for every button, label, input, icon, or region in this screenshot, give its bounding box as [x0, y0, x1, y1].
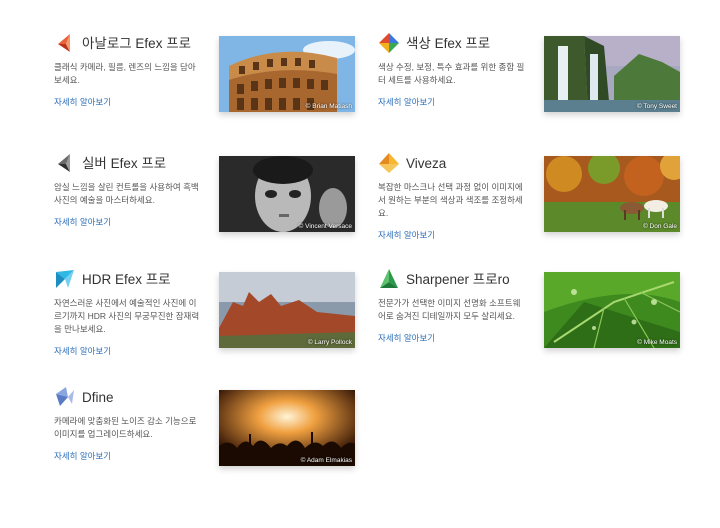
- analog-efex-logo-icon: [58, 34, 70, 52]
- product-silver-efex: 실버 Efex 프로 암실 느낌을 살린 컨트롤을 사용하여 흑백 사진의 예술…: [54, 152, 364, 242]
- learn-more-link[interactable]: 자세히 알아보기: [54, 450, 111, 462]
- portrait-photo: [219, 156, 355, 232]
- product-description: 클래식 카메라, 필름, 렌즈의 느낌을 담아보세요.: [54, 62, 196, 85]
- product-analog-efex: 아날로그 Efex 프로 클래식 카메라, 필름, 렌즈의 느낌을 담아보세요.…: [54, 32, 364, 122]
- silver-efex-logo-icon: [58, 154, 70, 172]
- product-photo[interactable]: © Tony Sweet: [544, 36, 680, 112]
- product-description: 암실 느낌을 살린 컨트롤을 사용하여 흑백 사진의 예술을 마스터하세요.: [54, 182, 199, 205]
- product-info: HDR Efex 프로 자연스러운 사진에서 예술적인 사진에 이르기까지 HD…: [54, 268, 202, 359]
- product-title: 색상 Efex 프로: [406, 36, 491, 51]
- product-title: Viveza: [406, 156, 447, 171]
- red-rocks-photo: [219, 272, 355, 348]
- learn-more-link[interactable]: 자세히 알아보기: [54, 96, 111, 108]
- learn-more-link[interactable]: 자세히 알아보기: [54, 345, 111, 357]
- horses-photo: [544, 156, 680, 232]
- product-viveza: Viveza 복잡한 마스크나 선택 과정 없이 이미지에서 원하는 부분의 색…: [378, 152, 688, 242]
- product-photo[interactable]: © Mike Moats: [544, 272, 680, 348]
- product-info: 실버 Efex 프로 암실 느낌을 살린 컨트롤을 사용하여 흑백 사진의 예술…: [54, 152, 202, 230]
- color-efex-logo-icon: [379, 33, 399, 53]
- product-info: 색상 Efex 프로 색상 수정, 보정, 특수 효과를 위한 종합 필터 세트…: [378, 32, 526, 110]
- sharpener-logo-icon: [380, 269, 398, 288]
- photo-credit: © Adam Elmakias: [300, 457, 352, 464]
- product-title: 실버 Efex 프로: [82, 156, 167, 171]
- product-color-efex: 색상 Efex 프로 색상 수정, 보정, 특수 효과를 위한 종합 필터 세트…: [378, 32, 688, 122]
- product-photo[interactable]: © Don Gale: [544, 156, 680, 232]
- learn-more-link[interactable]: 자세히 알아보기: [378, 96, 435, 108]
- learn-more-link[interactable]: 자세히 알아보기: [378, 332, 435, 344]
- product-hdr-efex: HDR Efex 프로 자연스러운 사진에서 예술적인 사진에 이르기까지 HD…: [54, 268, 364, 358]
- product-dfine: Dfine 카메라에 맞춤화된 노이즈 감소 기능으로 이미지를 업그레이드하세…: [54, 386, 364, 476]
- leaf-photo: [544, 272, 680, 348]
- product-description: 카메라에 맞춤화된 노이즈 감소 기능으로 이미지를 업그레이드하세요.: [54, 416, 197, 439]
- photo-credit: © Tony Sweet: [636, 103, 677, 110]
- product-title: Dfine: [82, 390, 114, 405]
- product-info: Sharpener 프로ro 전문가가 선택한 이미지 선명화 소프트웨어로 숨…: [378, 268, 526, 346]
- product-photo[interactable]: © Vincent Versace: [219, 156, 355, 232]
- learn-more-link[interactable]: 자세히 알아보기: [54, 216, 111, 228]
- waterfall-photo: [544, 36, 680, 112]
- product-photo[interactable]: © Larry Pollock: [219, 272, 355, 348]
- photo-credit: © Don Gale: [642, 223, 677, 230]
- concert-photo: [219, 390, 355, 466]
- product-description: 복잡한 마스크나 선택 과정 없이 이미지에서 원하는 부분의 색상과 색조를 …: [378, 182, 523, 218]
- product-info: 아날로그 Efex 프로 클래식 카메라, 필름, 렌즈의 느낌을 담아보세요.…: [54, 32, 202, 110]
- photo-credit: © Mike Moats: [637, 339, 677, 346]
- product-photo[interactable]: © Brian Matiash: [219, 36, 355, 112]
- product-title: 아날로그 Efex 프로: [82, 36, 192, 51]
- dfine-logo-icon: [56, 387, 74, 406]
- product-title: HDR Efex 프로: [82, 272, 171, 287]
- hdr-efex-logo-icon: [56, 270, 74, 288]
- viveza-logo-icon: [379, 153, 399, 173]
- photo-credit: © Vincent Versace: [298, 223, 352, 230]
- product-description: 전문가가 선택한 이미지 선명화 소프트웨어로 숨겨진 디테일까지 모두 살리세…: [378, 298, 521, 321]
- learn-more-link[interactable]: 자세히 알아보기: [378, 229, 435, 241]
- product-sharpener-pro: Sharpener 프로ro 전문가가 선택한 이미지 선명화 소프트웨어로 숨…: [378, 268, 688, 358]
- product-photo[interactable]: © Adam Elmakias: [219, 390, 355, 466]
- photo-credit: © Larry Pollock: [307, 339, 352, 346]
- product-description: 자연스러운 사진에서 예술적인 사진에 이르기까지 HDR 사진의 무궁무진한 …: [54, 298, 200, 334]
- product-description: 색상 수정, 보정, 특수 효과를 위한 종합 필터 세트를 사용하세요.: [378, 62, 525, 85]
- colosseum-photo: [219, 36, 355, 112]
- product-title: Sharpener 프로ro: [406, 272, 510, 287]
- product-info: Viveza 복잡한 마스크나 선택 과정 없이 이미지에서 원하는 부분의 색…: [378, 152, 526, 243]
- product-info: Dfine 카메라에 맞춤화된 노이즈 감소 기능으로 이미지를 업그레이드하세…: [54, 386, 202, 464]
- photo-credit: © Brian Matiash: [305, 103, 352, 110]
